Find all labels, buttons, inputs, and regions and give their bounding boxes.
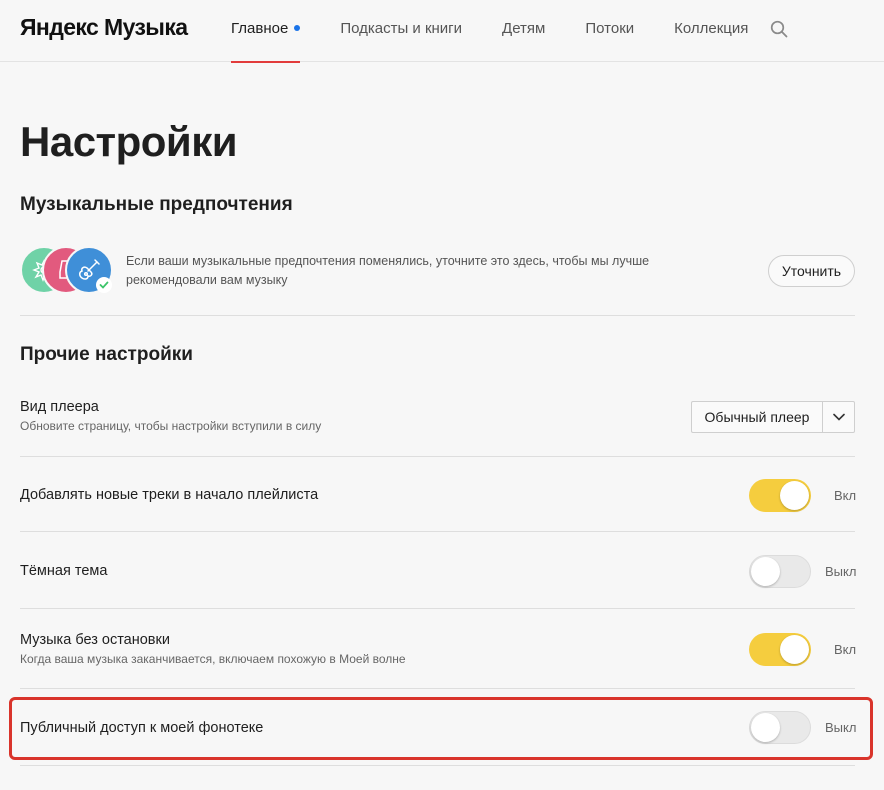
public-access-state: Выкл bbox=[825, 720, 857, 735]
divider bbox=[20, 765, 855, 766]
music-prefs-title: Музыкальные предпочтения bbox=[20, 194, 293, 215]
divider bbox=[20, 315, 855, 316]
check-icon bbox=[99, 281, 109, 289]
music-prefs-description: Если ваши музыкальные предпочтения помен… bbox=[126, 254, 650, 287]
other-settings-title: Прочие настройки bbox=[20, 344, 193, 365]
yandex-music-logo[interactable]: Яндекс Музыка bbox=[20, 14, 188, 41]
check-badge bbox=[96, 277, 112, 293]
nonstop-music-hint: Когда ваша музыка заканчивается, включае… bbox=[20, 652, 406, 666]
public-access-toggle[interactable] bbox=[749, 711, 811, 744]
player-view-value[interactable]: Обычный плеер bbox=[691, 401, 822, 433]
nonstop-music-label: Музыка без остановки bbox=[20, 632, 170, 648]
toggle-knob bbox=[751, 713, 780, 742]
new-tracks-first-toggle[interactable] bbox=[749, 479, 811, 512]
dark-theme-toggle[interactable] bbox=[749, 555, 811, 588]
new-tracks-first-state: Вкл bbox=[834, 488, 857, 503]
dark-theme-label: Тёмная тема bbox=[20, 563, 108, 579]
nonstop-music-toggle[interactable] bbox=[749, 633, 811, 666]
page-title: Настройки bbox=[20, 118, 238, 165]
nav-item-podcasts[interactable]: Подкасты и книги bbox=[340, 0, 462, 62]
search-icon[interactable] bbox=[770, 20, 788, 38]
new-indicator-dot bbox=[294, 25, 301, 32]
toggle-knob bbox=[780, 635, 809, 664]
dark-theme-state: Выкл bbox=[825, 564, 857, 579]
nav-item-collection[interactable]: Коллекция bbox=[674, 0, 748, 62]
nav-item-kids[interactable]: Детям bbox=[502, 0, 545, 62]
player-view-select[interactable]: Обычный плеер bbox=[691, 401, 855, 433]
new-tracks-first-label: Добавлять новые треки в начало плейлиста bbox=[20, 487, 319, 503]
top-header: Яндекс Музыка Главное Подкасты и книги Д… bbox=[0, 0, 884, 63]
divider bbox=[20, 456, 855, 457]
nav-item-streams[interactable]: Потоки bbox=[585, 0, 634, 62]
toggle-knob bbox=[780, 481, 809, 510]
main-nav: Главное Подкасты и книги Детям Потоки Ко… bbox=[231, 0, 788, 63]
chevron-down-icon bbox=[832, 413, 845, 421]
divider bbox=[20, 688, 855, 689]
toggle-knob bbox=[751, 557, 780, 586]
divider bbox=[20, 608, 855, 609]
public-access-label: Публичный доступ к моей фонотеке bbox=[20, 720, 264, 736]
player-view-hint: Обновите страницу, чтобы настройки вступ… bbox=[20, 419, 322, 433]
player-view-dropdown-button[interactable] bbox=[822, 401, 855, 433]
nav-item-main[interactable]: Главное bbox=[231, 0, 301, 63]
divider bbox=[20, 531, 855, 532]
music-prefs-avatars bbox=[20, 246, 115, 296]
player-view-label: Вид плеера bbox=[20, 399, 99, 415]
refine-prefs-button[interactable]: Уточнить bbox=[768, 255, 855, 287]
nonstop-music-state: Вкл bbox=[834, 642, 857, 657]
nav-item-main-label: Главное bbox=[231, 20, 289, 37]
